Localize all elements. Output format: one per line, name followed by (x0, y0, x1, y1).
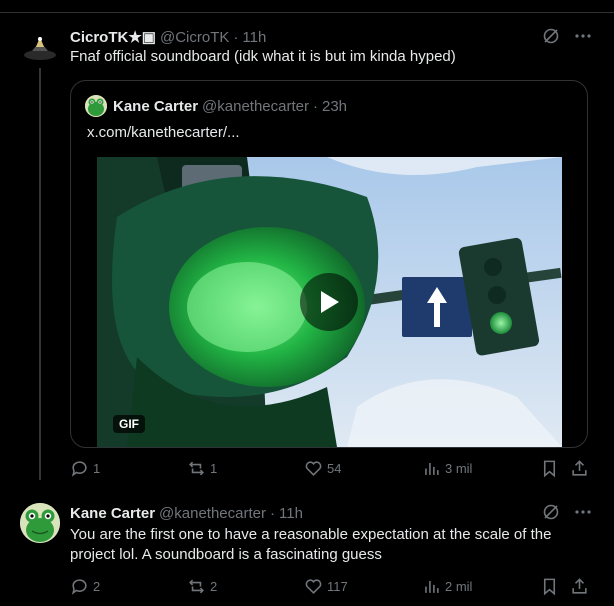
quoted-tweet[interactable]: Kane Carter @kanethecarter · 23h x.com/k… (70, 80, 588, 448)
header-actions (542, 503, 592, 521)
gif-badge: GIF (113, 415, 145, 433)
grok-icon[interactable] (542, 27, 560, 45)
repost-button[interactable]: 2 (187, 577, 217, 596)
share-icon (572, 460, 587, 476)
like-button[interactable]: 117 (304, 577, 348, 596)
bookmark-button[interactable] (540, 459, 559, 478)
play-icon (321, 291, 339, 313)
handle[interactable]: @kanethecarter (159, 505, 266, 522)
quote-handle[interactable]: @kanethecarter (202, 98, 309, 115)
views-button[interactable]: 3 mil (422, 459, 472, 478)
views-count: 2 mil (445, 579, 473, 594)
repost-icon (189, 461, 204, 476)
more-icon[interactable] (574, 503, 592, 521)
reply-icon (71, 461, 87, 477)
quote-avatar[interactable] (85, 95, 107, 117)
reply-button[interactable]: 1 (70, 459, 100, 478)
like-button[interactable]: 54 (304, 459, 341, 478)
avatar[interactable] (20, 503, 60, 543)
bookmark-icon (543, 578, 556, 596)
timestamp[interactable]: 11h (279, 505, 303, 522)
display-name[interactable]: CicroTK★▣ (70, 28, 156, 46)
share-button[interactable] (570, 577, 589, 596)
tweet-kanecarter[interactable]: Kane Carter @kanethecarter · 11h You are… (0, 503, 614, 603)
gif-media[interactable]: GIF (97, 157, 562, 447)
avatar[interactable] (20, 27, 60, 67)
reply-button[interactable]: 2 (70, 577, 100, 596)
display-name[interactable]: Kane Carter (70, 505, 155, 522)
grok-icon[interactable] (542, 503, 560, 521)
views-count: 3 mil (445, 461, 473, 476)
tweet-actions: 1 1 54 3 mil (70, 459, 594, 479)
reply-count: 1 (93, 461, 101, 476)
quoted-tweet-header: Kane Carter @kanethecarter · 23h (85, 95, 347, 117)
like-count: 117 (327, 579, 348, 594)
views-button[interactable]: 2 mil (422, 577, 472, 596)
header-actions (542, 27, 592, 45)
tweet-text: Fnaf official soundboard (idk what it is… (70, 48, 456, 65)
like-count: 54 (327, 461, 342, 476)
share-button[interactable] (570, 459, 589, 478)
views-icon (425, 462, 439, 475)
tweet-header: Kane Carter @kanethecarter · 11h (70, 503, 303, 523)
more-icon[interactable] (574, 27, 592, 45)
tweet-cicrotk[interactable]: CicroTK★▣ @CicroTK · 11h Fnaf official s… (0, 27, 614, 487)
separator-dot: · (313, 97, 318, 115)
tweet-text-line-1: You are the first one to have a reasonab… (70, 526, 552, 543)
tweet-text-line-2: project lol. A soundboard is a fascinati… (70, 546, 382, 563)
quote-display-name[interactable]: Kane Carter (113, 98, 198, 115)
tweet-header: CicroTK★▣ @CicroTK · 11h (70, 27, 266, 47)
reply-count: 2 (93, 579, 101, 594)
like-icon (305, 579, 322, 594)
repost-count: 1 (210, 461, 218, 476)
repost-icon (189, 579, 204, 594)
handle[interactable]: @CicroTK (160, 29, 229, 46)
separator-dot: · (270, 504, 275, 522)
repost-count: 2 (210, 579, 218, 594)
play-button[interactable] (300, 273, 358, 331)
like-icon (305, 461, 322, 476)
timestamp[interactable]: 11h (242, 29, 266, 46)
tweet-actions: 2 2 117 2 mil (70, 577, 594, 597)
share-icon (572, 578, 587, 594)
views-icon (425, 580, 439, 593)
separator-dot: · (233, 28, 239, 46)
bookmark-button[interactable] (540, 577, 559, 596)
bookmark-icon (543, 460, 556, 478)
quote-link[interactable]: x.com/kanethecarter/... (87, 124, 240, 141)
repost-button[interactable]: 1 (187, 459, 217, 478)
quote-timestamp[interactable]: 23h (322, 98, 347, 115)
top-divider (0, 0, 614, 13)
reply-icon (71, 579, 87, 595)
